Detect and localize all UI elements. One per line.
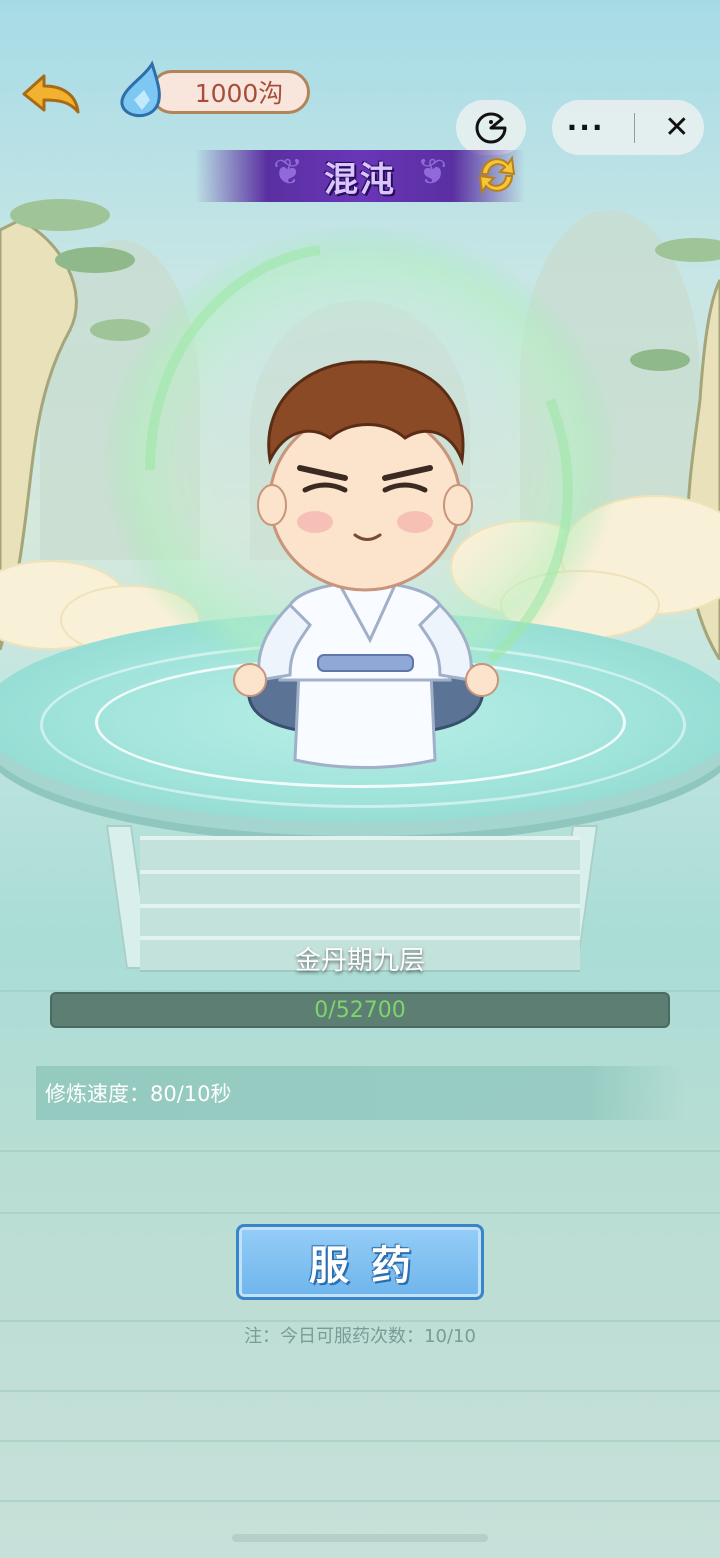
cultivation-level-label: 金丹期九层 <box>294 946 425 976</box>
pacman-icon[interactable] <box>474 111 508 145</box>
take-medicine-button[interactable]: 服药 <box>236 1224 484 1300</box>
cultivation-speed-bar: 修炼速度：80/10秒 <box>36 1066 686 1120</box>
more-icon[interactable]: ··· <box>567 111 605 144</box>
refresh-icon[interactable] <box>472 150 522 200</box>
banner-title: 混沌 <box>324 159 396 200</box>
currency-amount: 1000沟 <box>194 79 284 108</box>
close-icon[interactable]: ✕ <box>664 110 689 145</box>
back-arrow-icon[interactable] <box>18 70 82 118</box>
medicine-count-note: 注：今日可服药次数：10/10 <box>244 1326 476 1347</box>
progress-text: 0/52700 <box>314 997 406 1023</box>
cultivation-speed-text: 修炼速度：80/10秒 <box>45 1082 232 1106</box>
capsule-divider <box>633 112 635 143</box>
cultivation-progress-bar: 0/52700 <box>50 992 670 1028</box>
mini-game-capsule[interactable] <box>456 100 526 155</box>
banner-flame-right: ❦ <box>416 152 447 193</box>
take-medicine-label: 服药 <box>309 1243 433 1289</box>
currency-display: 1000沟 <box>150 70 310 114</box>
water-drop-icon <box>120 60 161 118</box>
meditating-character[interactable] <box>220 350 510 780</box>
home-indicator[interactable] <box>232 1534 488 1542</box>
window-controls-capsule: ··· ✕ <box>552 100 704 155</box>
banner-flame-left: ❦ <box>273 152 304 193</box>
